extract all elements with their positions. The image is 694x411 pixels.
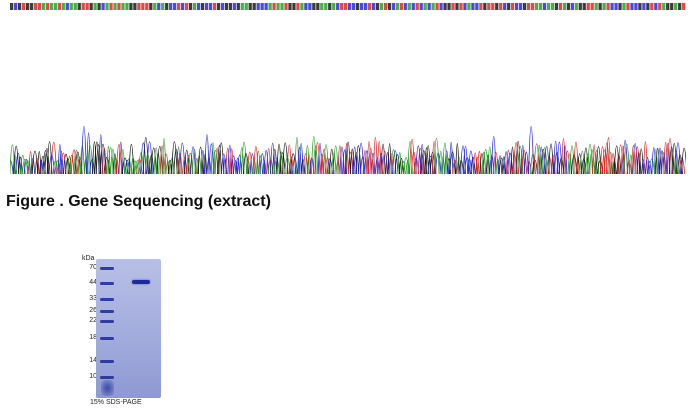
marker-lane [100, 259, 116, 398]
marker-label-10: 10 [89, 373, 97, 380]
marker-label-33: 33 [89, 295, 97, 302]
marker-band-18 [100, 337, 114, 340]
gel-image [96, 259, 161, 398]
base-call-strip [10, 3, 686, 10]
marker-band-26 [100, 310, 114, 313]
sample-protein-band [132, 280, 150, 284]
marker-band-22 [100, 320, 114, 323]
marker-label-70: 70 [89, 264, 97, 271]
marker-dye-front [101, 380, 114, 396]
marker-band-44 [100, 282, 114, 285]
figure-caption: Figure . Gene Sequencing (extract) [6, 193, 271, 210]
sequencing-chromatogram [10, 125, 686, 175]
marker-label-18: 18 [89, 334, 97, 341]
marker-band-33 [100, 298, 114, 301]
marker-label-22: 22 [89, 317, 97, 324]
marker-band-70 [100, 267, 114, 270]
marker-band-10 [100, 376, 114, 379]
sds-page-gel-panel: kDa 70 44 33 26 22 18 14 10 15% SDS-PAGE [76, 250, 166, 410]
marker-label-26: 26 [89, 307, 97, 314]
marker-label-14: 14 [89, 357, 97, 364]
gel-caption: 15% SDS-PAGE [90, 399, 142, 406]
marker-label-44: 44 [89, 279, 97, 286]
kda-unit-label: kDa [82, 255, 95, 262]
marker-band-14 [100, 360, 114, 363]
